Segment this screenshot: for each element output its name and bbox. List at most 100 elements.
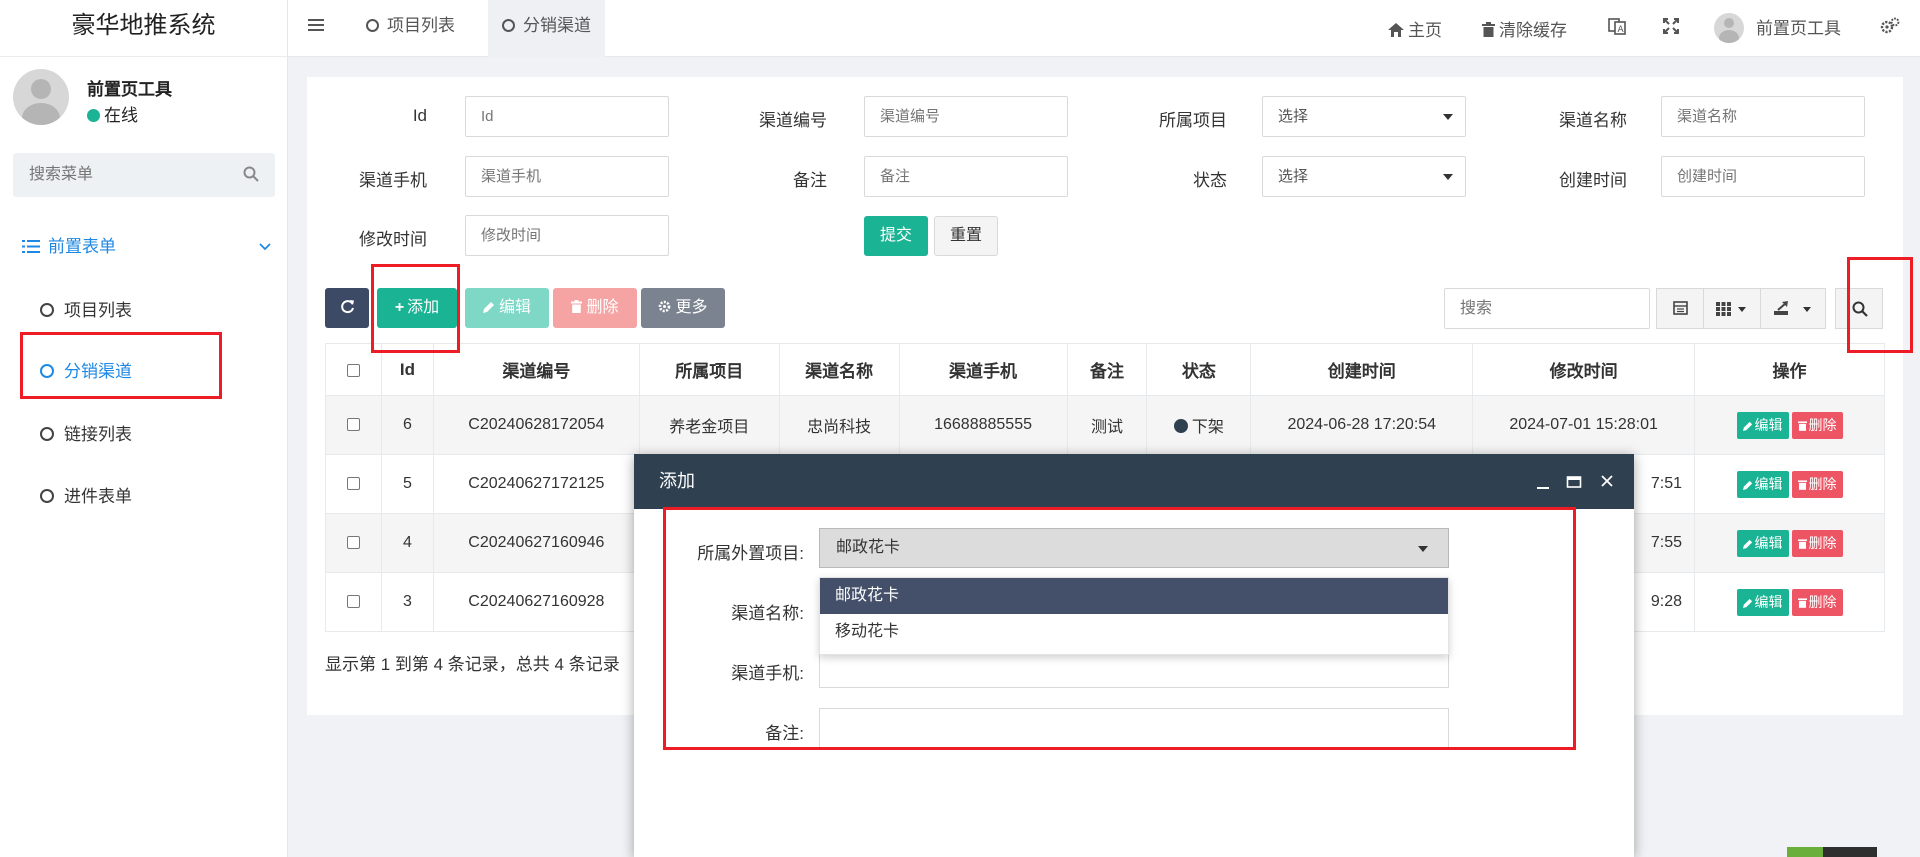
- filter-project-select[interactable]: 选择: [1262, 96, 1466, 137]
- row-edit-button[interactable]: 编辑: [1736, 411, 1789, 440]
- filter-remark-input[interactable]: [864, 156, 1068, 197]
- tab-distribution-channel[interactable]: 分销渠道: [488, 0, 605, 57]
- sidebar-search-input[interactable]: [13, 153, 223, 197]
- filter-created-input[interactable]: [1661, 156, 1865, 197]
- delete-button[interactable]: 删除: [553, 288, 637, 328]
- cell-created: 2024-06-28 17:20:54: [1250, 395, 1474, 455]
- column-header[interactable]: Id: [380, 343, 434, 396]
- user-menu[interactable]: 前置页工具: [1714, 13, 1841, 43]
- edit-button[interactable]: 编辑: [465, 288, 549, 328]
- sidebar-item-distribution-channel[interactable]: 分销渠道: [40, 357, 132, 382]
- filter-updated-input[interactable]: [465, 215, 669, 256]
- cell-code: C20240628172054: [432, 395, 640, 455]
- column-header[interactable]: 备注: [1066, 343, 1148, 396]
- table-row[interactable]: 6 C20240628172054 养老金项目 忠尚科技 16688885555…: [325, 395, 1885, 455]
- menu-toggle-icon[interactable]: [308, 18, 324, 37]
- filter-status-select[interactable]: 选择: [1262, 156, 1466, 197]
- columns-button[interactable]: [1703, 288, 1761, 329]
- cell-updated: 2024-07-01 15:28:01: [1472, 395, 1696, 455]
- toggle-view-button[interactable]: [1656, 288, 1704, 329]
- maximize-icon[interactable]: [1566, 454, 1582, 531]
- refresh-button[interactable]: [325, 288, 369, 328]
- clear-cache-button[interactable]: 清除缓存: [1482, 16, 1567, 42]
- column-header[interactable]: 修改时间: [1472, 343, 1696, 396]
- status-dot-icon: [1173, 419, 1188, 433]
- settings-gears-icon[interactable]: [1880, 17, 1900, 40]
- circle-icon: [366, 19, 379, 32]
- add-button[interactable]: + 添加: [377, 288, 457, 328]
- row-edit-button[interactable]: 编辑: [1736, 529, 1789, 557]
- corner-widget: [1787, 847, 1877, 857]
- reset-button[interactable]: 重置: [934, 216, 998, 256]
- add-dialog: 添加 所属外置项目: 邮政花卡 渠道名称: 渠道手机: 备注: 邮政花卡 移动花…: [634, 454, 1634, 857]
- filter-id-input[interactable]: [465, 96, 669, 137]
- home-link[interactable]: 主页: [1388, 16, 1442, 42]
- column-header[interactable]: 渠道名称: [778, 343, 900, 396]
- trash-icon: [1797, 413, 1807, 440]
- sidebar-item-project-list[interactable]: 项目列表: [40, 296, 132, 321]
- column-header[interactable]: 所属项目: [638, 343, 780, 396]
- filter-code-label: 渠道编号: [759, 111, 827, 130]
- avatar: [13, 69, 69, 125]
- sidebar-item-link-list[interactable]: 链接列表: [40, 420, 132, 445]
- fullscreen-icon[interactable]: [1663, 18, 1679, 39]
- row-edit-button[interactable]: 编辑: [1736, 588, 1789, 616]
- search-icon[interactable]: [243, 166, 259, 187]
- filter-phone-input[interactable]: [465, 156, 669, 197]
- table-search-input[interactable]: [1444, 288, 1650, 329]
- pencil-icon: [1742, 413, 1753, 440]
- cell-code: C20240627160928: [432, 572, 640, 632]
- row-edit-button[interactable]: 编辑: [1736, 470, 1789, 499]
- pencil-icon: [482, 289, 495, 329]
- search-icon: [1852, 301, 1868, 322]
- column-header: 操作: [1694, 343, 1885, 396]
- row-delete-button[interactable]: 删除: [1791, 411, 1843, 440]
- row-checkbox[interactable]: [325, 454, 382, 514]
- dropdown-option[interactable]: 邮政花卡: [820, 578, 1448, 614]
- column-header[interactable]: 渠道手机: [898, 343, 1068, 396]
- pencil-icon: [1742, 472, 1753, 499]
- project-select[interactable]: 邮政花卡: [819, 528, 1449, 568]
- row-checkbox[interactable]: [325, 572, 382, 632]
- select-all-checkbox[interactable]: [325, 343, 382, 396]
- row-checkbox[interactable]: [325, 513, 382, 573]
- cell-code: C20240627172125: [432, 454, 640, 514]
- column-header[interactable]: 状态: [1146, 343, 1252, 396]
- row-delete-button[interactable]: 删除: [1791, 529, 1843, 557]
- cell-actions: 编辑 删除: [1694, 454, 1885, 514]
- table-view-icon: [1673, 301, 1688, 320]
- cell-phone: 16688885555: [898, 395, 1068, 455]
- tab-project-list[interactable]: 项目列表: [352, 0, 469, 57]
- filter-status-label: 状态: [1193, 171, 1227, 190]
- language-icon[interactable]: A: [1608, 18, 1626, 40]
- cell-status: 下架: [1146, 395, 1252, 455]
- row-checkbox[interactable]: [325, 395, 382, 455]
- cell-project: 养老金项目: [638, 395, 780, 455]
- circle-icon: [40, 303, 54, 317]
- column-header[interactable]: 渠道编号: [432, 343, 640, 396]
- dropdown-option[interactable]: 移动花卡: [820, 614, 1448, 650]
- close-icon[interactable]: [1600, 454, 1614, 531]
- menu-group-front-forms[interactable]: 前置表单: [22, 232, 272, 259]
- caret-down-icon: [1803, 307, 1811, 312]
- column-header[interactable]: 创建时间: [1250, 343, 1474, 396]
- trash-icon: [1797, 472, 1807, 499]
- project-dropdown: 邮政花卡 移动花卡: [819, 577, 1449, 655]
- dialog-header: 添加: [634, 454, 1634, 509]
- row-delete-button[interactable]: 删除: [1791, 588, 1843, 616]
- more-button[interactable]: 更多: [641, 288, 725, 328]
- user-name: 前置页工具: [87, 80, 172, 99]
- filter-code-input[interactable]: [864, 96, 1068, 137]
- user-status: 在线: [87, 101, 138, 126]
- advanced-search-button[interactable]: [1835, 288, 1883, 329]
- submit-button[interactable]: 提交: [864, 216, 928, 256]
- cell-actions: 编辑 删除: [1694, 513, 1885, 573]
- cell-actions: 编辑 删除: [1694, 572, 1885, 632]
- minimize-icon[interactable]: [1536, 454, 1550, 531]
- remark-input[interactable]: [819, 708, 1449, 748]
- export-button[interactable]: [1760, 288, 1826, 329]
- sidebar-item-application-form[interactable]: 进件表单: [40, 482, 132, 507]
- row-delete-button[interactable]: 删除: [1791, 470, 1843, 499]
- filter-name-input[interactable]: [1661, 96, 1865, 137]
- cell-id: 5: [380, 454, 434, 514]
